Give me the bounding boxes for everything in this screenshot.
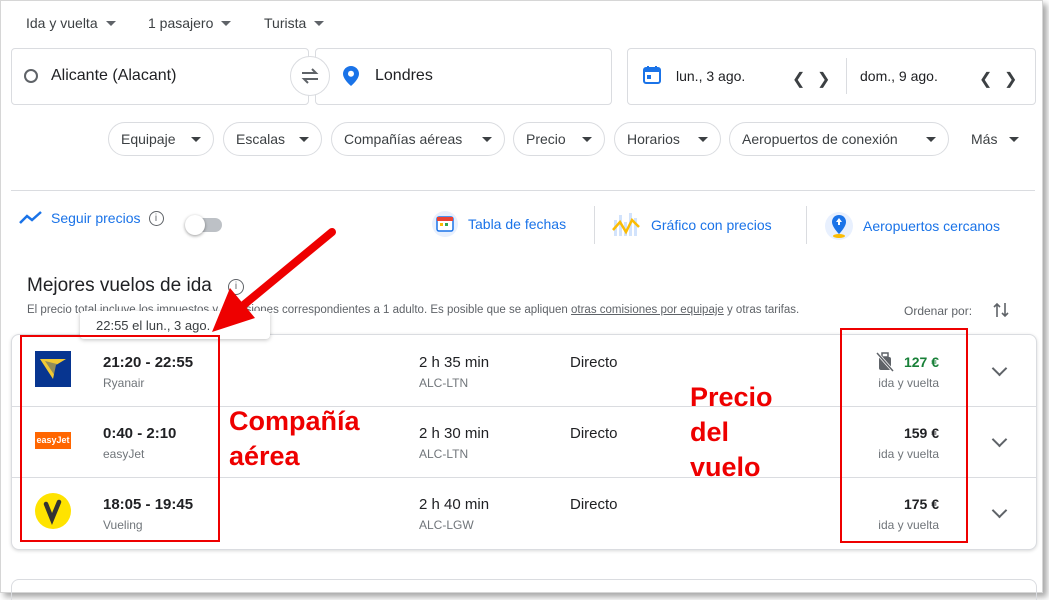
annotation-arrow-icon <box>212 228 336 332</box>
